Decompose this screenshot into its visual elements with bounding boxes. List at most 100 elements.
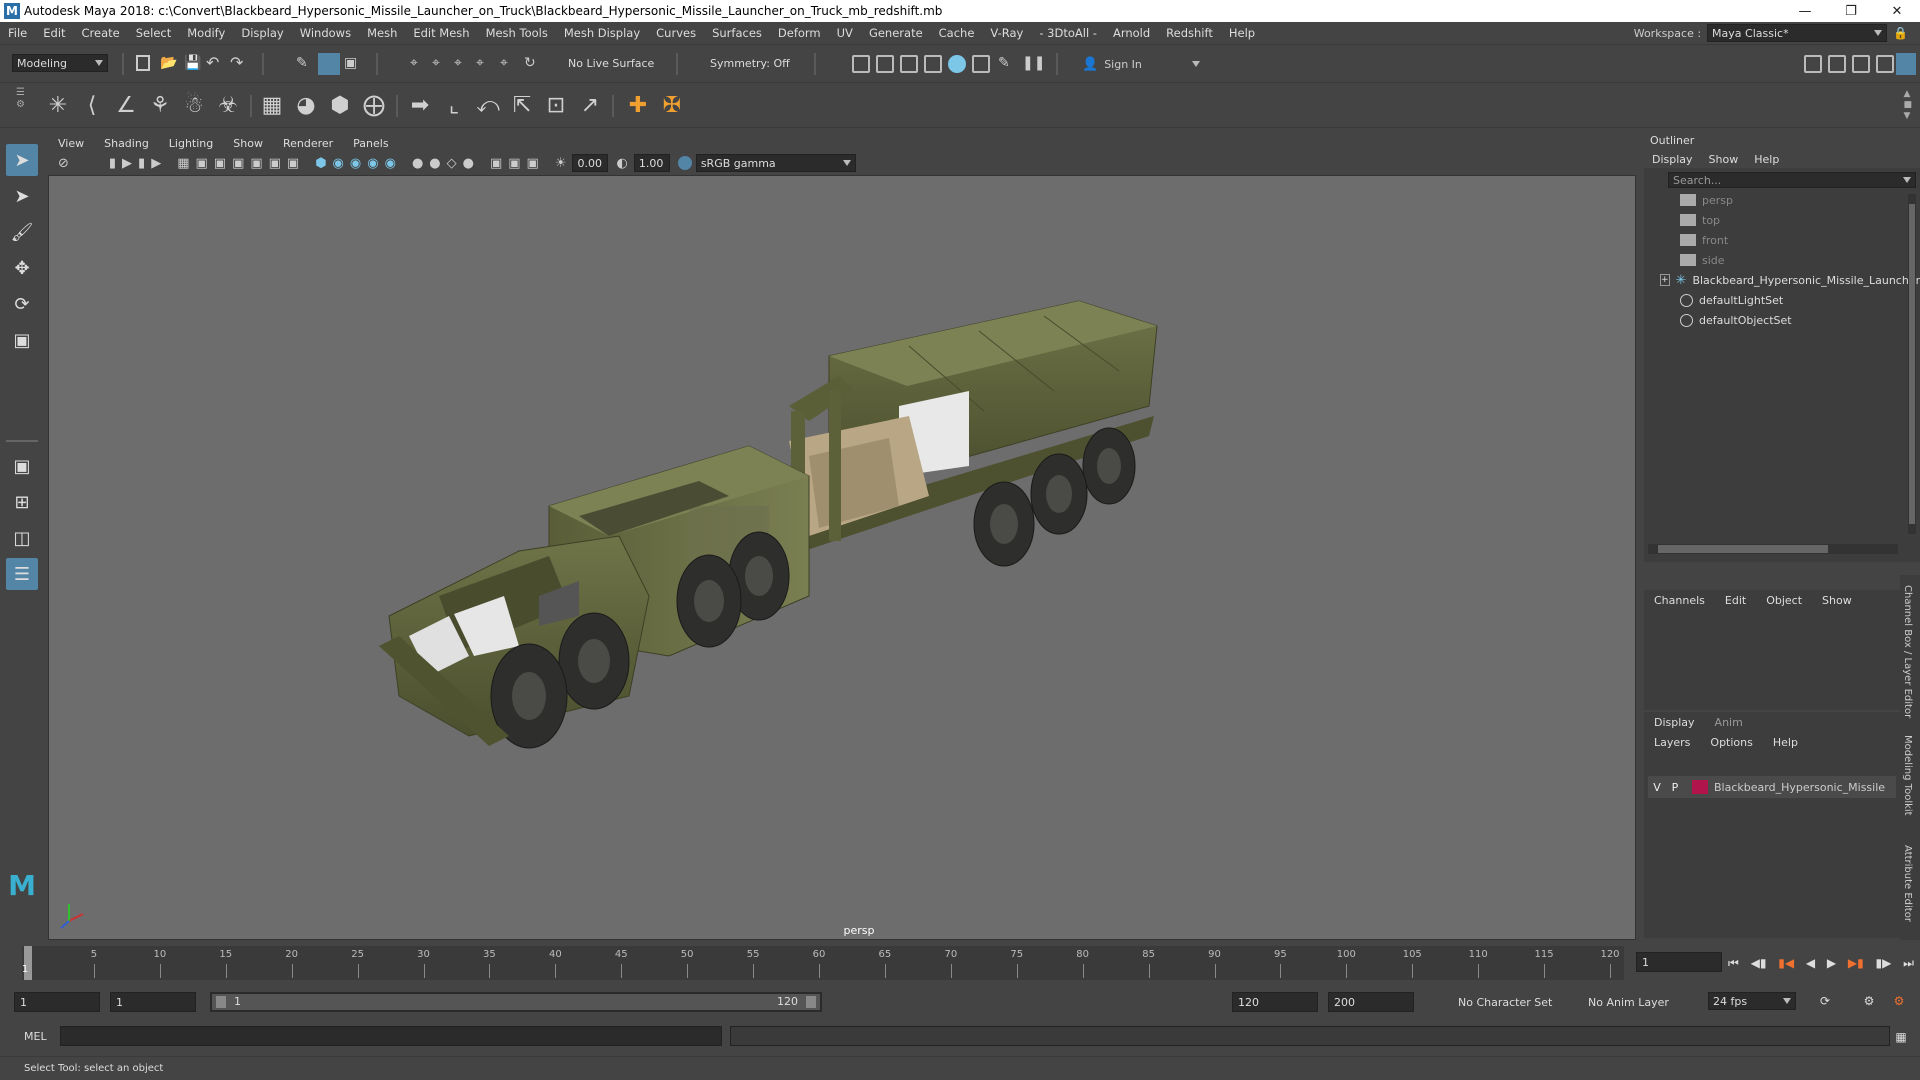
play-back-icon[interactable]: ◀ (1806, 956, 1815, 970)
parent-constraint-icon[interactable]: ➡ (406, 91, 434, 119)
blend-shape-icon[interactable]: ⬢ (326, 91, 354, 119)
quick-rig-icon[interactable]: ☃ (180, 91, 208, 119)
snap-curve-icon[interactable]: ⌖ (432, 55, 450, 73)
layer-menu-layers[interactable]: Layers (1644, 736, 1700, 749)
locator-icon[interactable]: ✚ (624, 91, 652, 119)
menu-surfaces[interactable]: Surfaces (704, 26, 770, 40)
menu-create[interactable]: Create (74, 26, 128, 40)
menu-curves[interactable]: Curves (648, 26, 704, 40)
aim-constraint-icon[interactable]: ⊡ (542, 91, 570, 119)
outliner-item-side[interactable]: side (1680, 250, 1920, 270)
render-settings-icon[interactable] (924, 55, 942, 73)
save-scene-icon[interactable]: 💾 (184, 55, 202, 73)
step-forward-key-icon[interactable]: ▮▶ (1876, 956, 1892, 970)
tab-modeling-toolkit[interactable]: Modeling Toolkit (1902, 735, 1913, 816)
joint-tool-icon[interactable]: ⟨ (78, 91, 106, 119)
playback-start-field[interactable]: 1 (110, 992, 196, 1012)
outliner-item-truck-group[interactable]: + ✳ Blackbeard_Hypersonic_Missile_Launch… (1660, 270, 1920, 290)
scrollbar-thumb[interactable] (1658, 545, 1828, 553)
paint-select-tool-icon[interactable]: 🖌 (6, 216, 38, 248)
menu-uv[interactable]: UV (829, 26, 861, 40)
playback-end-field[interactable]: 120 (1232, 992, 1318, 1012)
gamma-field[interactable]: 1.00 (633, 154, 670, 172)
bind-skin-icon[interactable]: ⚘ (146, 91, 174, 119)
outliner-menu-display[interactable]: Display (1644, 153, 1701, 166)
time-slider-track[interactable]: 1 5 10 15 20 25 30 35 40 45 50 55 60 65 70 75 80 85 90 95 1… (22, 946, 1624, 980)
range-end-handle[interactable] (806, 996, 816, 1008)
range-slider-bar[interactable]: 1 120 (212, 994, 820, 1010)
menu-generate[interactable]: Generate (861, 26, 931, 40)
human-ik-icon[interactable]: ☣ (214, 91, 242, 119)
mode-dropdown[interactable]: Modeling (12, 54, 108, 72)
symmetry-field[interactable]: Symmetry: Off (710, 57, 790, 70)
snap-grid-icon[interactable]: ⌖ (410, 55, 428, 73)
command-input[interactable] (60, 1026, 722, 1046)
menu-arnold[interactable]: Arnold (1105, 26, 1158, 40)
four-view-icon[interactable]: ⊞ (6, 486, 38, 518)
light-editor-icon[interactable]: ✎ (998, 55, 1016, 73)
tab-display[interactable]: Display (1644, 716, 1705, 729)
color-management-icon[interactable] (677, 156, 692, 170)
pole-vector-icon[interactable]: ↗ (576, 91, 604, 119)
outliner-horizontal-scrollbar[interactable] (1648, 544, 1898, 554)
lasso-tool-icon[interactable]: ➤ (6, 180, 38, 212)
point-constraint-icon[interactable]: ⌞ (440, 91, 468, 119)
tab-attribute-editor[interactable]: Attribute Editor (1902, 845, 1913, 922)
go-to-start-icon[interactable]: ⏮ (1728, 956, 1739, 971)
outliner-item-front[interactable]: front (1680, 230, 1920, 250)
snap-vertex-icon[interactable]: ↻ (524, 55, 542, 73)
undo-icon[interactable]: ↶ (206, 53, 224, 72)
ipr-render-icon[interactable] (900, 55, 918, 73)
layer-playback-toggle[interactable]: P (1666, 781, 1684, 794)
shelf-settings-icon[interactable]: ☰ ⚙ (16, 87, 28, 125)
minimize-button[interactable]: — (1782, 0, 1828, 22)
menu-help[interactable]: Help (1221, 26, 1263, 40)
current-frame-field[interactable]: 1 (1636, 952, 1722, 972)
select-hierarchy-icon[interactable]: ✎ (296, 55, 314, 73)
redo-icon[interactable]: ↷ (230, 53, 248, 72)
snap-point-icon[interactable]: ⌖ (454, 55, 472, 73)
outliner-layout-icon[interactable]: ☰ (6, 558, 38, 590)
script-editor-icon[interactable]: ▦ (1894, 1030, 1908, 1044)
channel-menu-show[interactable]: Show (1812, 594, 1862, 607)
step-forward-frame-icon[interactable]: ▶▮ (1848, 956, 1864, 970)
outliner-menu-help[interactable]: Help (1746, 153, 1787, 166)
scale-tool-icon[interactable]: ▣ (6, 324, 38, 356)
outliner-vertical-scrollbar[interactable] (1908, 194, 1916, 534)
tool-settings-toggle-icon[interactable] (1852, 55, 1870, 73)
shelf-scroll-icon[interactable]: ▲ ■ ▼ (1903, 89, 1912, 122)
snap-surface-icon[interactable]: ⌖ (500, 55, 518, 73)
step-back-key-icon[interactable]: ◀▮ (1751, 956, 1767, 970)
render-frame-icon[interactable] (876, 55, 894, 73)
menu-select[interactable]: Select (128, 26, 179, 40)
cluster-icon[interactable]: ✠ (658, 91, 686, 119)
viewport-menu-view[interactable]: View (48, 137, 94, 150)
outliner-item-top[interactable]: top (1680, 210, 1920, 230)
loop-icon[interactable]: ⟳ (1818, 994, 1832, 1008)
menu-redshift[interactable]: Redshift (1158, 26, 1221, 40)
menu-file[interactable]: File (0, 26, 35, 40)
mirror-joint-icon[interactable]: ∠ (112, 91, 140, 119)
scrollbar-thumb[interactable] (1909, 204, 1915, 524)
animation-end-field[interactable]: 200 (1328, 992, 1414, 1012)
select-components-icon[interactable]: ▣ (344, 55, 362, 73)
viewport-menu-renderer[interactable]: Renderer (273, 137, 343, 150)
play-forward-icon[interactable]: ▶ (1827, 956, 1836, 970)
layer-row[interactable]: V P Blackbeard_Hypersonic_Missile (1648, 776, 1896, 798)
render-view-icon[interactable] (852, 55, 870, 73)
color-space-dropdown[interactable]: sRGB gamma (695, 154, 856, 172)
live-surface-field[interactable]: No Live Surface (568, 57, 654, 70)
render-setup-icon[interactable] (972, 55, 990, 73)
menu-windows[interactable]: Windows (292, 26, 359, 40)
new-scene-icon[interactable] (136, 55, 150, 71)
channel-menu-edit[interactable]: Edit (1715, 594, 1756, 607)
auto-key-icon[interactable]: ⚙ (1862, 994, 1876, 1008)
tab-channel-box-layer-editor[interactable]: Channel Box / Layer Editor (1902, 585, 1913, 718)
select-objects-icon[interactable] (318, 53, 340, 75)
outliner-item-persp[interactable]: persp (1680, 190, 1920, 210)
tab-anim[interactable]: Anim (1705, 716, 1753, 729)
outliner-search-input[interactable]: Search... (1668, 172, 1916, 188)
lattice-icon[interactable]: ⨁ (360, 91, 388, 119)
expand-icon[interactable]: + (1660, 274, 1670, 286)
two-pane-view-icon[interactable]: ◫ (6, 522, 38, 554)
